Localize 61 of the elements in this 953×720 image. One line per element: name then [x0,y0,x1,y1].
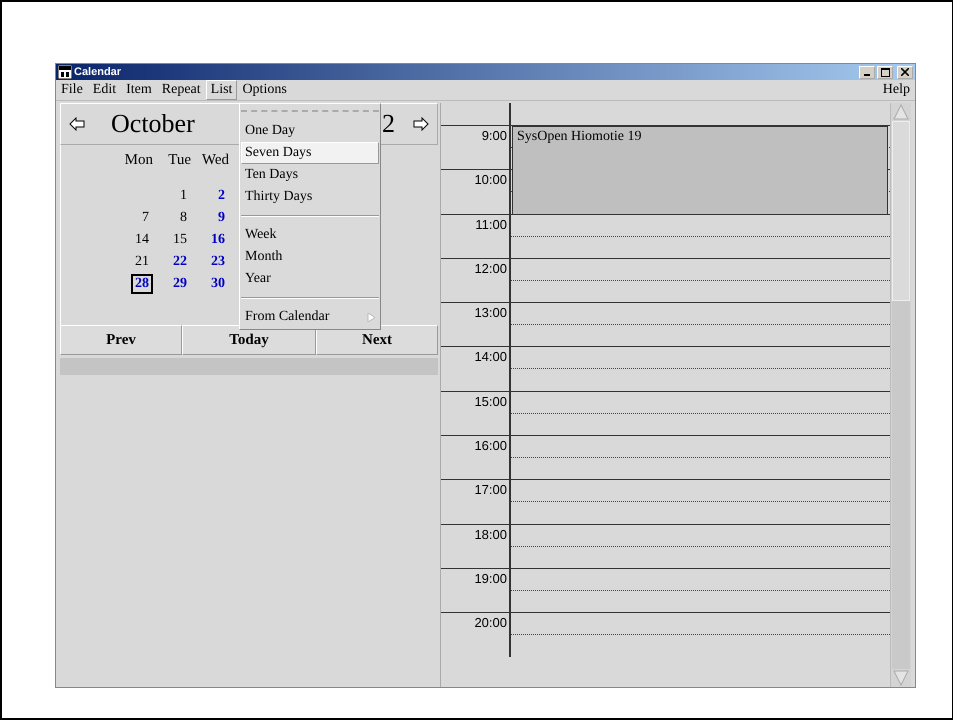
menu-item[interactable]: File [56,80,88,100]
calendar-day[interactable]: 9 [214,208,229,228]
window-title: Calendar [74,66,122,78]
close-icon [901,68,909,76]
menu-option[interactable]: From Calendar [241,306,379,328]
calendar-day[interactable]: 1 [176,186,191,206]
hour-label: 15:00 [473,392,508,409]
submenu-arrow-icon [367,312,375,322]
menu-item[interactable]: List [206,80,238,100]
menu-option[interactable]: Seven Days [241,142,379,164]
calendar-day[interactable]: 30 [207,274,229,294]
scrollbar[interactable] [890,103,911,687]
menu-option[interactable]: Thirty Days [241,186,379,208]
calendar-day[interactable]: 28 [131,274,153,294]
menu-option[interactable]: Ten Days [241,164,379,186]
maximize-icon [880,68,890,76]
menu-item[interactable]: Edit [88,80,122,100]
right-arrow-icon [413,117,429,131]
maximize-button[interactable] [877,66,893,78]
calendar-day[interactable]: 15 [169,230,191,250]
calendar-icon [58,65,72,79]
menu-option[interactable]: Week [241,224,379,246]
calendar-day[interactable]: 8 [176,208,191,228]
calendar-day[interactable]: 21 [131,252,153,272]
hour-label: 16:00 [473,437,508,454]
year-label: 2 [382,109,395,139]
hour-label: 19:00 [473,570,508,586]
nav-button[interactable]: Today [182,325,316,355]
calendar-day[interactable]: 2 [214,186,229,206]
calendar-day[interactable]: 16 [207,230,229,250]
hour-label: 12:00 [473,260,508,276]
month-label: October [111,109,195,139]
hour-label: 14:00 [473,348,508,364]
weekday-label: Mon [124,152,154,168]
menu-item[interactable]: Options [237,80,292,100]
hour-label: 18:00 [473,526,508,542]
menu-option[interactable]: Year [241,268,379,290]
nav-button[interactable]: Prev [60,325,182,355]
calendar-day[interactable]: 23 [207,252,229,272]
weekday-label: Wed [200,152,230,168]
weekday-label: Tue [167,152,192,168]
hour-label: 20:00 [473,614,508,630]
calendar-day[interactable]: 22 [169,252,191,272]
menu-option[interactable]: One Day [241,120,379,142]
close-button[interactable] [897,66,913,78]
menu-item[interactable]: Item [121,80,157,100]
left-arrow-icon [69,117,85,131]
menu-item[interactable]: Repeat [156,80,206,100]
calendar-day[interactable]: 7 [138,208,153,228]
menu-item[interactable]: Help [878,80,915,100]
hour-label: 9:00 [480,127,508,143]
event-block[interactable]: SysOpen Hiomotie 19 [512,126,888,215]
hour-label: 10:00 [473,171,508,188]
calendar-day[interactable]: 14 [131,230,153,250]
menu-option[interactable]: Month [241,246,379,268]
minimize-button[interactable] [859,66,875,78]
hour-label: 17:00 [473,481,508,498]
calendar-day[interactable]: 29 [169,274,191,294]
hour-label: 13:00 [473,304,508,320]
nav-button[interactable]: Next [316,325,438,355]
hour-label: 11:00 [474,216,508,232]
